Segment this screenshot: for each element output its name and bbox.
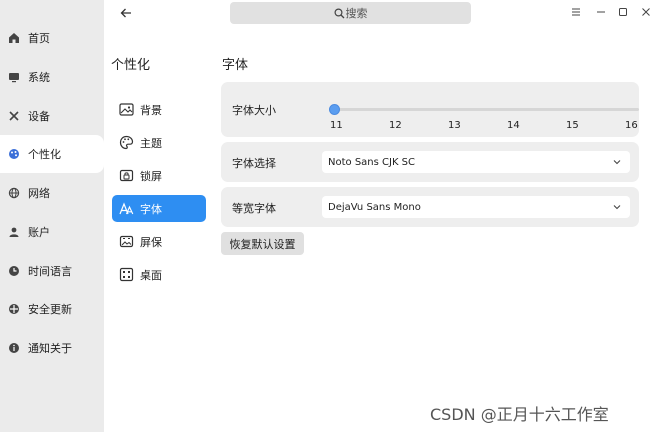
sidebar-item-label: 设备 bbox=[28, 110, 50, 123]
menu-button[interactable] bbox=[569, 5, 583, 19]
chevron-down-icon bbox=[613, 160, 621, 165]
mono-font-card: 等宽字体 DejaVu Sans Mono bbox=[221, 187, 639, 227]
main-sidebar: 首页 系统 设备 个性化 网络 账户 时间语言 安全更新 通知关于 bbox=[0, 0, 104, 432]
globe-icon bbox=[7, 186, 21, 200]
minimize-button[interactable] bbox=[594, 5, 608, 19]
subnav-item-label: 桌面 bbox=[140, 268, 162, 282]
maximize-button[interactable] bbox=[616, 5, 630, 19]
image-icon bbox=[118, 102, 134, 118]
sidebar-item-accounts[interactable]: 账户 bbox=[0, 213, 104, 251]
chevron-down-icon bbox=[613, 205, 621, 210]
home-icon bbox=[7, 31, 21, 45]
palette-icon bbox=[118, 135, 134, 151]
info-icon bbox=[7, 341, 21, 355]
tools-icon bbox=[7, 109, 21, 123]
subnav-item-label: 背景 bbox=[140, 103, 162, 117]
font-select-card: 字体选择 Noto Sans CJK SC bbox=[221, 142, 639, 182]
sidebar-item-devices[interactable]: 设备 bbox=[0, 97, 104, 135]
font-select-dropdown[interactable]: Noto Sans CJK SC bbox=[322, 151, 630, 173]
screensaver-icon bbox=[118, 234, 134, 250]
subnav-item-lockscreen[interactable]: 锁屏 bbox=[112, 162, 206, 189]
page-title: 字体 bbox=[222, 58, 249, 73]
mono-font-value: DejaVu Sans Mono bbox=[328, 201, 421, 213]
slider-tick-label: 12 bbox=[389, 120, 402, 131]
sidebar-item-network[interactable]: 网络 bbox=[0, 174, 104, 212]
subnav-item-desktop[interactable]: 桌面 bbox=[112, 261, 206, 288]
sidebar-item-time-language[interactable]: 时间语言 bbox=[0, 252, 104, 290]
sidebar-item-security-update[interactable]: 安全更新 bbox=[0, 290, 104, 328]
mono-font-label: 等宽字体 bbox=[232, 202, 276, 215]
subnav-item-label: 字体 bbox=[140, 202, 162, 216]
shield-icon bbox=[7, 302, 21, 316]
slider-tick-label: 13 bbox=[448, 120, 461, 131]
sidebar-item-label: 账户 bbox=[28, 226, 50, 239]
section-title: 个性化 bbox=[111, 58, 151, 73]
search-icon bbox=[333, 7, 344, 18]
font-select-value: Noto Sans CJK SC bbox=[328, 156, 416, 168]
reset-defaults-button[interactable]: 恢复默认设置 bbox=[221, 232, 304, 255]
font-select-label: 字体选择 bbox=[232, 157, 276, 170]
close-icon bbox=[642, 8, 650, 16]
subnav-item-label: 锁屏 bbox=[140, 169, 162, 183]
slider-tick-label: 14 bbox=[507, 120, 520, 131]
sidebar-item-notify-about[interactable]: 通知关于 bbox=[0, 329, 104, 367]
mono-font-dropdown[interactable]: DejaVu Sans Mono bbox=[322, 196, 630, 218]
sidebar-item-label: 网络 bbox=[28, 187, 50, 200]
sidebar-item-label: 安全更新 bbox=[28, 303, 72, 316]
watermark: CSDN @正月十六工作室 bbox=[430, 405, 609, 424]
sidebar-item-system[interactable]: 系统 bbox=[0, 58, 104, 96]
sidebar-item-label: 首页 bbox=[28, 32, 50, 45]
sidebar-item-label: 时间语言 bbox=[28, 265, 72, 278]
search-input[interactable]: 搜索 bbox=[230, 2, 471, 24]
font-icon bbox=[118, 201, 134, 217]
font-size-slider-track[interactable] bbox=[334, 108, 639, 111]
slider-tick-label: 16 bbox=[625, 120, 638, 131]
back-button[interactable] bbox=[118, 5, 134, 21]
font-size-label: 字体大小 bbox=[232, 104, 276, 117]
font-size-slider-thumb[interactable] bbox=[329, 104, 340, 115]
menu-icon bbox=[572, 8, 580, 16]
search-placeholder: 搜索 bbox=[345, 7, 368, 20]
sidebar-item-personalization[interactable]: 个性化 bbox=[0, 135, 104, 173]
minimize-icon bbox=[597, 11, 605, 13]
monitor-icon bbox=[7, 70, 21, 84]
palette-icon bbox=[7, 147, 21, 161]
desktop-icon bbox=[118, 267, 134, 283]
subnav-item-theme[interactable]: 主题 bbox=[112, 129, 206, 156]
arrow-left-icon bbox=[120, 8, 131, 18]
slider-tick-label: 11 bbox=[330, 120, 343, 131]
clock-icon bbox=[7, 264, 21, 278]
user-icon bbox=[7, 225, 21, 239]
subnav-item-font[interactable]: 字体 bbox=[112, 195, 206, 222]
font-size-card: 字体大小 11 12 13 14 15 16 bbox=[221, 82, 639, 137]
subnav-item-background[interactable]: 背景 bbox=[112, 96, 206, 123]
subnav-item-screensaver[interactable]: 屏保 bbox=[112, 228, 206, 255]
close-button[interactable] bbox=[639, 5, 653, 19]
sidebar-item-label: 系统 bbox=[28, 71, 50, 84]
sidebar-item-label: 个性化 bbox=[28, 148, 61, 161]
subnav-item-label: 主题 bbox=[140, 136, 162, 150]
subnav-item-label: 屏保 bbox=[140, 235, 162, 249]
sidebar-item-home[interactable]: 首页 bbox=[0, 19, 104, 57]
slider-tick-label: 15 bbox=[566, 120, 579, 131]
maximize-icon bbox=[619, 8, 627, 16]
lockscreen-icon bbox=[118, 168, 134, 184]
sidebar-item-label: 通知关于 bbox=[28, 342, 72, 355]
